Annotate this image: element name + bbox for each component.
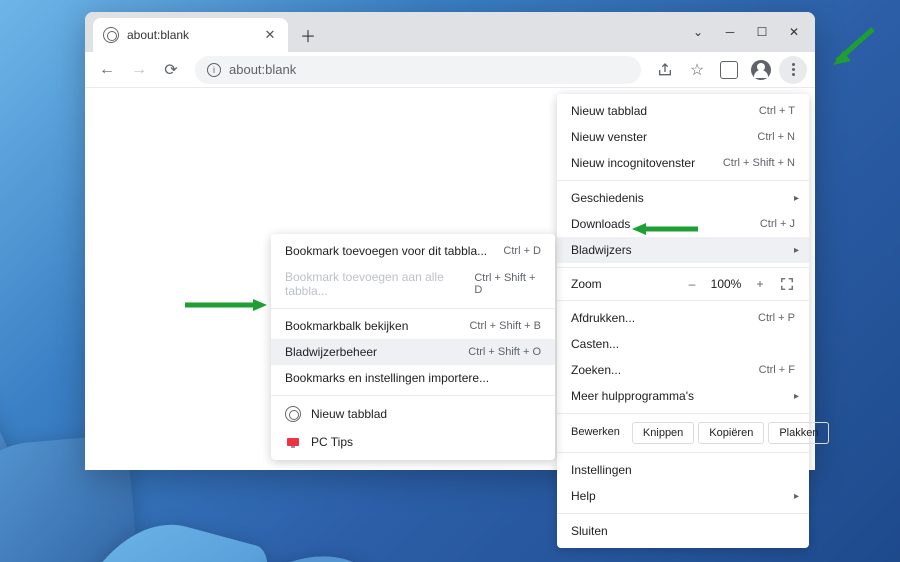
tab-strip: about:blank ✕ ＋ ⌄ ─ ☐ ✕ [85,12,815,52]
menu-print[interactable]: Afdrukken...Ctrl + P [557,305,809,331]
submenu-bookmark-all[interactable]: Bookmark toevoegen aan alle tabbla...Ctr… [271,264,555,304]
close-window-button[interactable]: ✕ [779,18,809,46]
tab-aboutblank[interactable]: about:blank ✕ [93,18,288,52]
maximize-button[interactable]: ☐ [747,18,777,46]
cut-button[interactable]: Knippen [632,422,694,444]
site-info-icon[interactable]: i [207,63,221,77]
paste-button[interactable]: Plakken [768,422,829,444]
menu-exit[interactable]: Sluiten [557,518,809,544]
menu-cast[interactable]: Casten... [557,331,809,357]
bookmarks-submenu: Bookmark toevoegen voor dit tabbla...Ctr… [271,234,555,460]
menu-edit-row: Bewerken Knippen Kopiëren Plakken [557,418,809,448]
submenu-show-bar[interactable]: Bookmarkbalk bekijkenCtrl + Shift + B [271,313,555,339]
chrome-menu: Nieuw tabbladCtrl + T Nieuw vensterCtrl … [557,94,809,548]
submenu-bookmark-tab[interactable]: Bookmark toevoegen voor dit tabbla...Ctr… [271,238,555,264]
toolbar: ← → ⟳ i about:blank ☆ [85,52,815,88]
url-text: about:blank [229,62,296,77]
chevron-right-icon: ▸ [794,245,799,256]
close-icon[interactable]: ✕ [262,27,278,43]
address-bar[interactable]: i about:blank [195,56,641,84]
menu-bookmarks[interactable]: Bladwijzers▸ [557,237,809,263]
tab-title: about:blank [127,28,254,42]
submenu-import[interactable]: Bookmarks en instellingen importere... [271,365,555,391]
menu-history[interactable]: Geschiedenis▸ [557,185,809,211]
fullscreen-icon[interactable] [779,276,795,292]
menu-help[interactable]: Help▸ [557,483,809,509]
menu-settings[interactable]: Instellingen [557,457,809,483]
menu-zoom: Zoom – 100% + [557,272,809,296]
copy-button[interactable]: Kopiëren [698,422,764,444]
zoom-value: 100% [705,277,747,291]
new-tab-button[interactable]: ＋ [294,21,322,49]
annotation-arrow [825,25,877,73]
site-icon [285,434,301,450]
bookmark-item-nieuw-tabblad[interactable]: Nieuw tabblad [271,400,555,428]
extensions-button[interactable] [715,56,743,84]
browser-window: about:blank ✕ ＋ ⌄ ─ ☐ ✕ ← → ⟳ i about:bl… [85,12,815,470]
profile-button[interactable] [747,56,775,84]
chrome-menu-button[interactable] [779,56,807,84]
zoom-in-button[interactable]: + [747,277,773,291]
menu-more-tools[interactable]: Meer hulpprogramma's▸ [557,383,809,409]
minimize-button[interactable]: ─ [715,18,745,46]
share-button[interactable] [651,56,679,84]
reload-button[interactable]: ⟳ [157,56,185,84]
menu-new-incognito[interactable]: Nieuw incognitovensterCtrl + Shift + N [557,150,809,176]
chevron-right-icon: ▸ [794,193,799,204]
forward-button[interactable]: → [125,56,153,84]
window-controls: ⌄ ─ ☐ ✕ [683,12,809,52]
globe-icon [103,27,119,43]
bookmark-item-pctips[interactable]: PC Tips [271,428,555,456]
bookmark-star-icon[interactable]: ☆ [683,56,711,84]
menu-find[interactable]: Zoeken...Ctrl + F [557,357,809,383]
annotation-arrow [183,297,271,313]
chevron-right-icon: ▸ [794,391,799,402]
back-button[interactable]: ← [93,56,121,84]
menu-new-window[interactable]: Nieuw vensterCtrl + N [557,124,809,150]
globe-icon [285,406,301,422]
annotation-arrow [628,221,700,237]
submenu-bookmark-manager[interactable]: BladwijzerbeheerCtrl + Shift + O [271,339,555,365]
zoom-out-button[interactable]: – [679,277,705,291]
chevron-right-icon: ▸ [794,491,799,502]
menu-new-tab[interactable]: Nieuw tabbladCtrl + T [557,98,809,124]
tab-search-button[interactable]: ⌄ [683,18,713,46]
